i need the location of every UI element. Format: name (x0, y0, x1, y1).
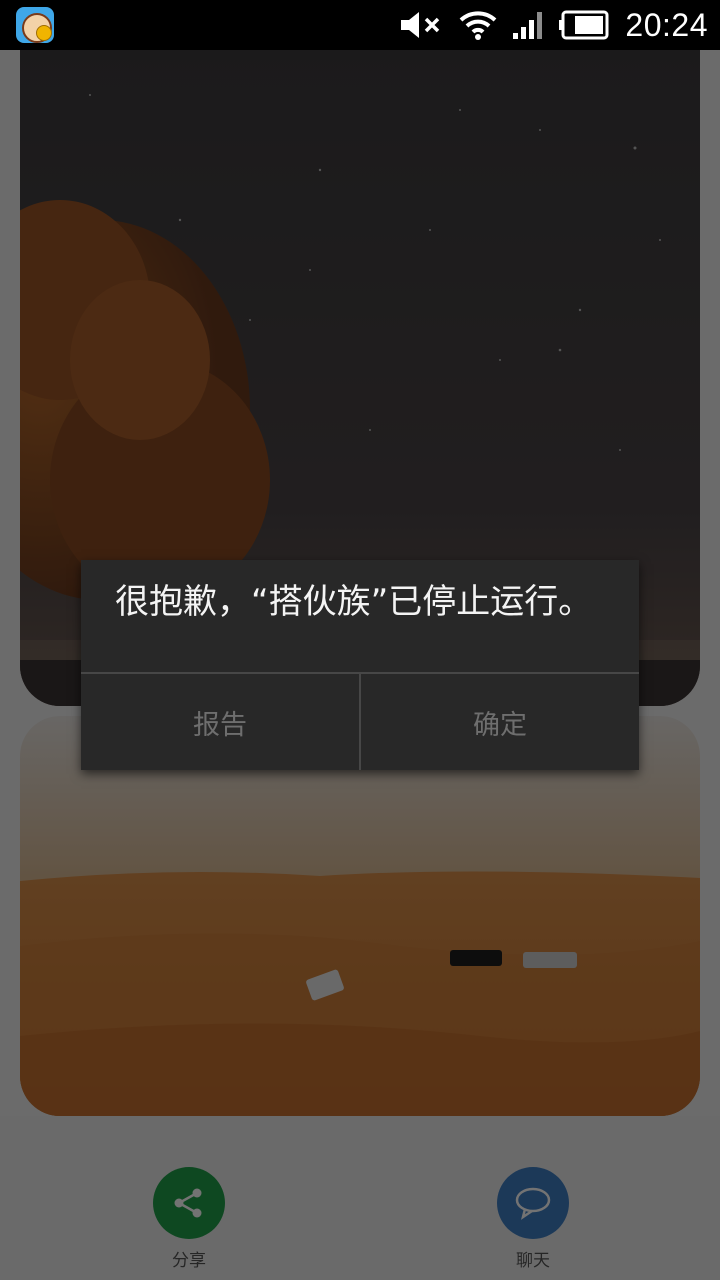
clock: 20:24 (625, 6, 708, 43)
app-notification-icon (16, 7, 54, 43)
app-crash-dialog: 很抱歉，“搭伙族”已停止运行。 报告 确定 (81, 560, 639, 770)
status-bar: 20:24 (0, 0, 720, 50)
signal-icon (513, 12, 543, 39)
wifi-icon (460, 11, 497, 40)
mute-icon (401, 12, 440, 38)
battery-icon (559, 10, 609, 40)
ok-button[interactable]: 确定 (361, 674, 639, 770)
dialog-message: 很抱歉，“搭伙族”已停止运行。 (115, 582, 593, 622)
report-button[interactable]: 报告 (81, 674, 359, 770)
